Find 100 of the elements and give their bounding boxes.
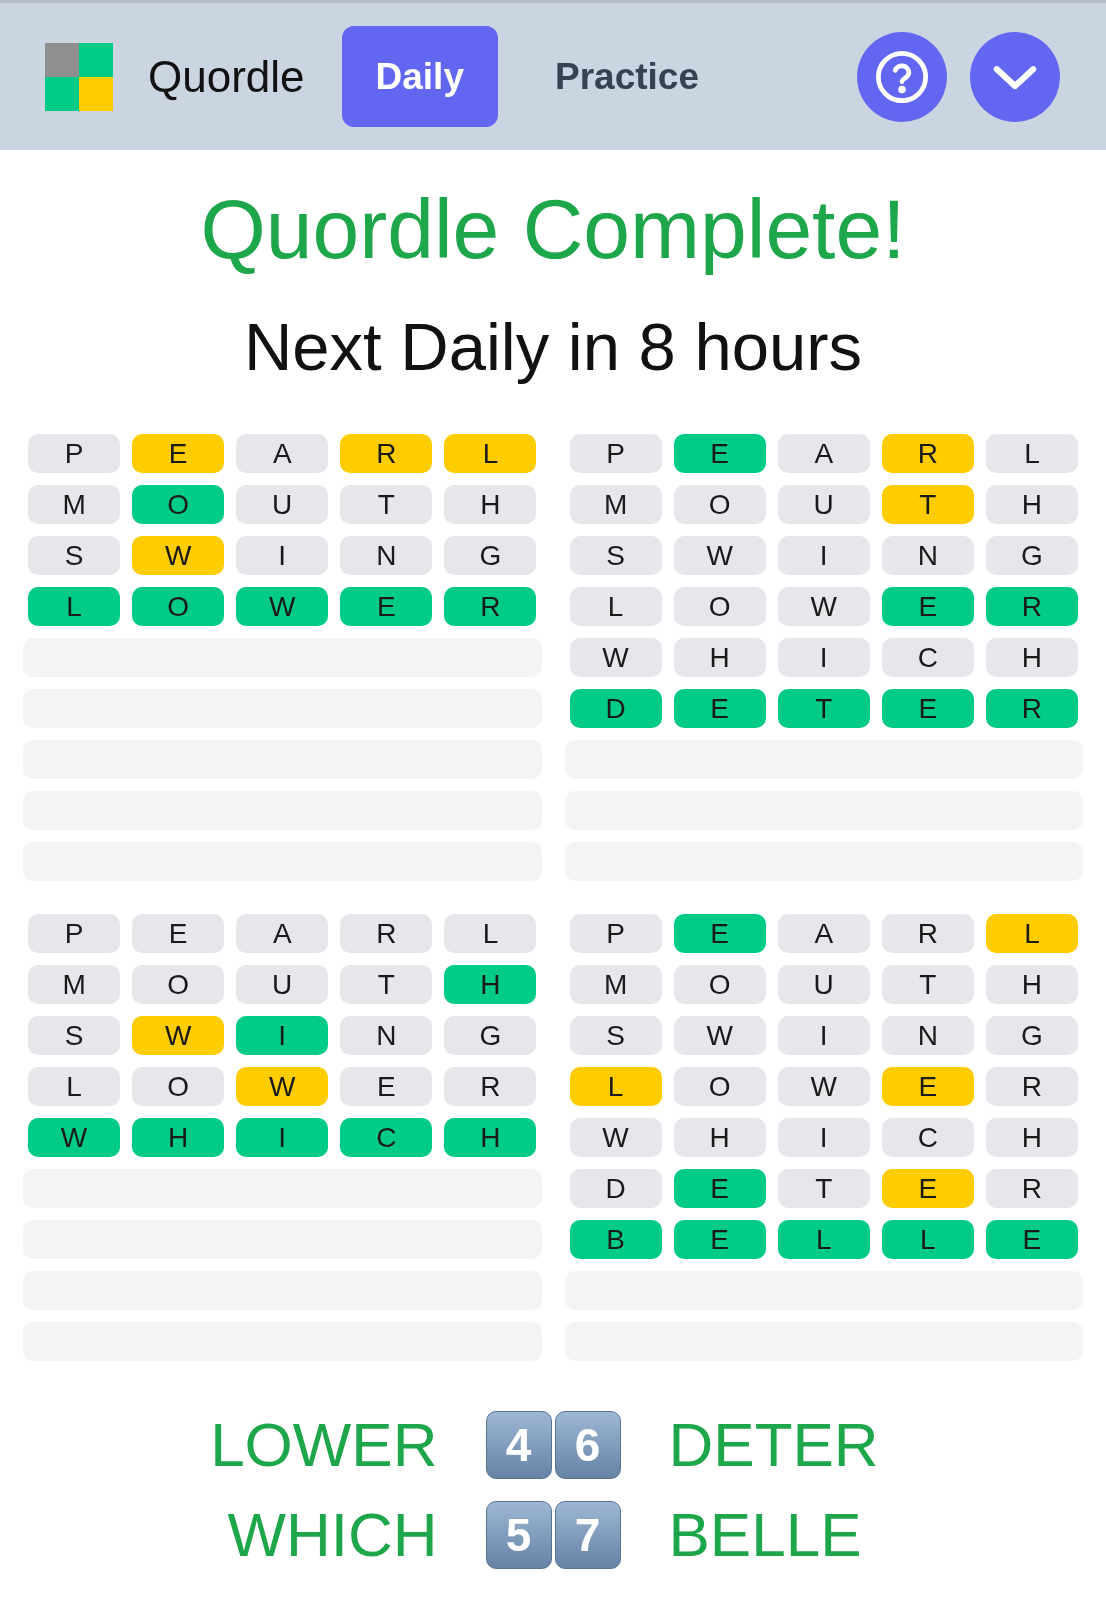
letter-tile: R [881, 434, 974, 473]
completion-heading: Quordle Complete! [199, 181, 907, 277]
letter-tile: R [444, 1067, 537, 1106]
letter-tile: E [673, 1169, 766, 1208]
letter-tile: M [569, 965, 662, 1004]
letter-tile: O [132, 587, 225, 626]
letter-tile: G [985, 536, 1078, 575]
letter-tile: G [444, 1016, 537, 1055]
letter-tile: L [881, 1220, 974, 1259]
letter-tile: H [444, 485, 537, 524]
guess-count-keycap: 6 [554, 1411, 621, 1479]
answer-word: BELLE [668, 1501, 862, 1569]
letter-tile: D [569, 689, 662, 728]
letter-tile: A [777, 914, 870, 953]
letter-tile: R [881, 914, 974, 953]
letter-tile: H [673, 1118, 766, 1157]
letter-tile: P [569, 434, 662, 473]
letter-tile: N [881, 536, 974, 575]
answer-word: WHICH [227, 1501, 438, 1569]
letter-tile: H [132, 1118, 225, 1157]
letter-tile: U [236, 965, 329, 1004]
letter-tile: W [132, 536, 225, 575]
letter-tile: W [28, 1118, 121, 1157]
letter-tile: I [236, 1118, 329, 1157]
letter-tile: E [673, 689, 766, 728]
letter-tile: H [444, 1118, 537, 1157]
letter-tile: C [881, 638, 974, 677]
letter-tile: H [985, 965, 1078, 1004]
letter-tile: L [985, 434, 1078, 473]
letter-tile: L [569, 587, 662, 626]
letter-tile: T [881, 965, 974, 1004]
letter-tile: N [340, 1016, 433, 1055]
letter-tile: T [340, 485, 433, 524]
letter-tile: L [28, 587, 121, 626]
letter-tile: U [777, 485, 870, 524]
letter-tile: L [985, 914, 1078, 953]
answer-word: LOWER [210, 1411, 438, 1479]
letter-tile: E [985, 1220, 1078, 1259]
letter-tile: D [569, 1169, 662, 1208]
letter-tile: H [985, 638, 1078, 677]
letter-tile: G [985, 1016, 1078, 1055]
letter-tile: E [881, 1067, 974, 1106]
letter-tile: E [673, 434, 766, 473]
letter-tile: C [340, 1118, 433, 1157]
letter-tile: H [673, 638, 766, 677]
app-title: Quordle [148, 51, 305, 102]
letter-tile: H [444, 965, 537, 1004]
letter-tile: O [673, 965, 766, 1004]
letter-tile: W [777, 1067, 870, 1106]
letter-tile: O [132, 485, 225, 524]
letter-tile: L [28, 1067, 121, 1106]
nav-tab[interactable]: Practice [521, 26, 733, 127]
guess-count-keycap: 4 [485, 1411, 552, 1479]
letter-tile: T [777, 689, 870, 728]
letter-tile: P [28, 434, 121, 473]
letter-tile: A [236, 434, 329, 473]
letter-tile: W [236, 1067, 329, 1106]
nav-tab[interactable]: Daily [341, 26, 498, 127]
letter-tile: R [985, 1067, 1078, 1106]
letter-tile: L [777, 1220, 870, 1259]
letter-tile: R [985, 587, 1078, 626]
letter-tile: E [881, 689, 974, 728]
guess-count-keycap: 5 [485, 1501, 552, 1569]
letter-tile: N [340, 536, 433, 575]
letter-tile: N [881, 1016, 974, 1055]
letter-tile: W [569, 638, 662, 677]
letter-tile: S [569, 536, 662, 575]
letter-tile: E [881, 587, 974, 626]
letter-tile: W [673, 536, 766, 575]
letter-tile: E [132, 914, 225, 953]
letter-tile: T [881, 485, 974, 524]
letter-tile: W [236, 587, 329, 626]
letter-tile: I [777, 638, 870, 677]
letter-tile: S [28, 1016, 121, 1055]
letter-tile: I [777, 536, 870, 575]
letter-tile: M [28, 965, 121, 1004]
help-icon [876, 50, 928, 103]
letter-tile: M [28, 485, 121, 524]
letter-tile: R [985, 689, 1078, 728]
letter-tile: W [132, 1016, 225, 1055]
letter-tile: I [777, 1016, 870, 1055]
letter-tile: P [569, 914, 662, 953]
letter-tile: M [569, 485, 662, 524]
letter-tile: H [985, 1118, 1078, 1157]
letter-tile: L [569, 1067, 662, 1106]
letter-tile: L [444, 914, 537, 953]
letter-tile: A [236, 914, 329, 953]
letter-tile: O [673, 1067, 766, 1106]
answer-word: DETER [668, 1411, 879, 1479]
letter-tile: E [132, 434, 225, 473]
letter-tile: O [132, 965, 225, 1004]
letter-tile: R [340, 914, 433, 953]
letter-tile: W [569, 1118, 662, 1157]
letter-tile: A [777, 434, 870, 473]
letter-tile: C [881, 1118, 974, 1157]
letter-tile: O [132, 1067, 225, 1106]
letter-tile: H [985, 485, 1078, 524]
letter-tile: E [673, 1220, 766, 1259]
letter-tile: B [569, 1220, 662, 1259]
letter-tile: T [340, 965, 433, 1004]
